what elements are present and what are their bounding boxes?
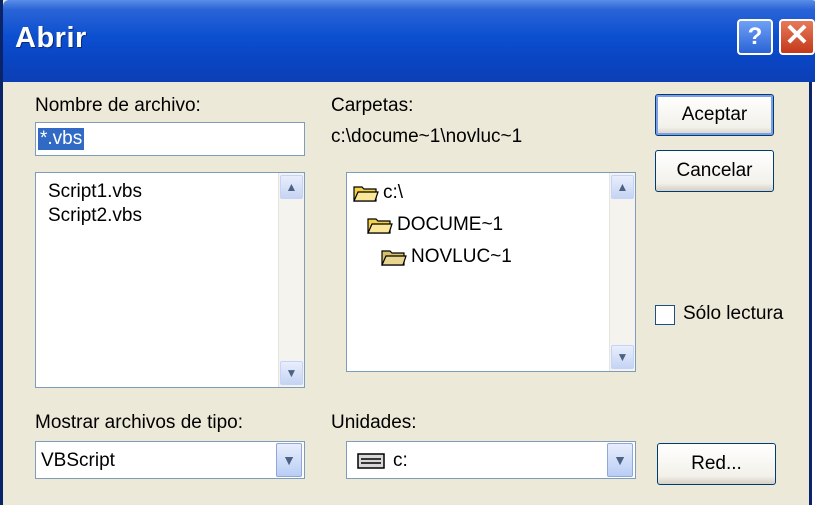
folder-icon	[367, 218, 393, 234]
readonly-checkbox[interactable]	[655, 305, 675, 325]
close-icon: ✕	[784, 19, 810, 52]
title-bar: Abrir ? ✕	[3, 0, 815, 82]
filetype-select[interactable]: VBScript ▼	[35, 441, 305, 479]
folder-item-root[interactable]: c:\	[353, 182, 403, 204]
open-dialog: Abrir ? ✕ Nombre de archivo: *.vbs Scrip…	[0, 0, 815, 505]
folder-tree[interactable]: c:\ DOCUME~1 NOVLUC~1 ▲ ▼	[346, 172, 636, 372]
scroll-up-icon[interactable]: ▲	[280, 175, 303, 199]
filename-value: *.vbs	[38, 128, 85, 150]
scroll-up-icon[interactable]: ▲	[611, 175, 634, 199]
network-button[interactable]: Red...	[657, 443, 776, 485]
filetype-value: VBScript	[41, 450, 115, 471]
drive-value: c:	[393, 450, 408, 471]
accept-button[interactable]: Aceptar	[655, 94, 774, 136]
scroll-down-icon[interactable]: ▼	[280, 361, 303, 385]
filetype-label: Mostrar archivos de tipo:	[35, 412, 244, 433]
scroll-down-icon[interactable]: ▼	[611, 345, 634, 369]
current-path: c:\docume~1\novluc~1	[331, 126, 523, 147]
filename-label: Nombre de archivo:	[35, 95, 201, 116]
file-list-scrollbar[interactable]: ▲ ▼	[278, 173, 304, 387]
file-item-script2[interactable]: Script2.vbs	[48, 205, 142, 227]
help-button[interactable]: ?	[737, 19, 773, 55]
folder-item-user[interactable]: NOVLUC~1	[381, 246, 512, 268]
cancel-button[interactable]: Cancelar	[655, 150, 774, 192]
folder-icon	[353, 186, 379, 202]
filename-input[interactable]: *.vbs	[35, 122, 305, 156]
chevron-down-icon[interactable]: ▼	[607, 443, 633, 477]
readonly-label[interactable]: Sólo lectura	[683, 303, 783, 325]
close-button[interactable]: ✕	[779, 19, 815, 55]
drives-label: Unidades:	[331, 412, 417, 433]
folder-item-documents[interactable]: DOCUME~1	[367, 214, 503, 236]
file-item-script1[interactable]: Script1.vbs	[48, 181, 142, 203]
drives-select[interactable]: c: ▼	[346, 441, 636, 479]
chevron-down-icon[interactable]: ▼	[276, 443, 302, 477]
folder-tree-scrollbar[interactable]: ▲ ▼	[609, 173, 635, 371]
folder-icon	[381, 250, 407, 266]
file-list[interactable]: Script1.vbs Script2.vbs ▲ ▼	[35, 172, 305, 388]
window-title: Abrir	[15, 22, 87, 54]
question-icon: ?	[747, 23, 763, 50]
drive-icon	[357, 453, 385, 469]
folders-label: Carpetas:	[331, 95, 414, 116]
